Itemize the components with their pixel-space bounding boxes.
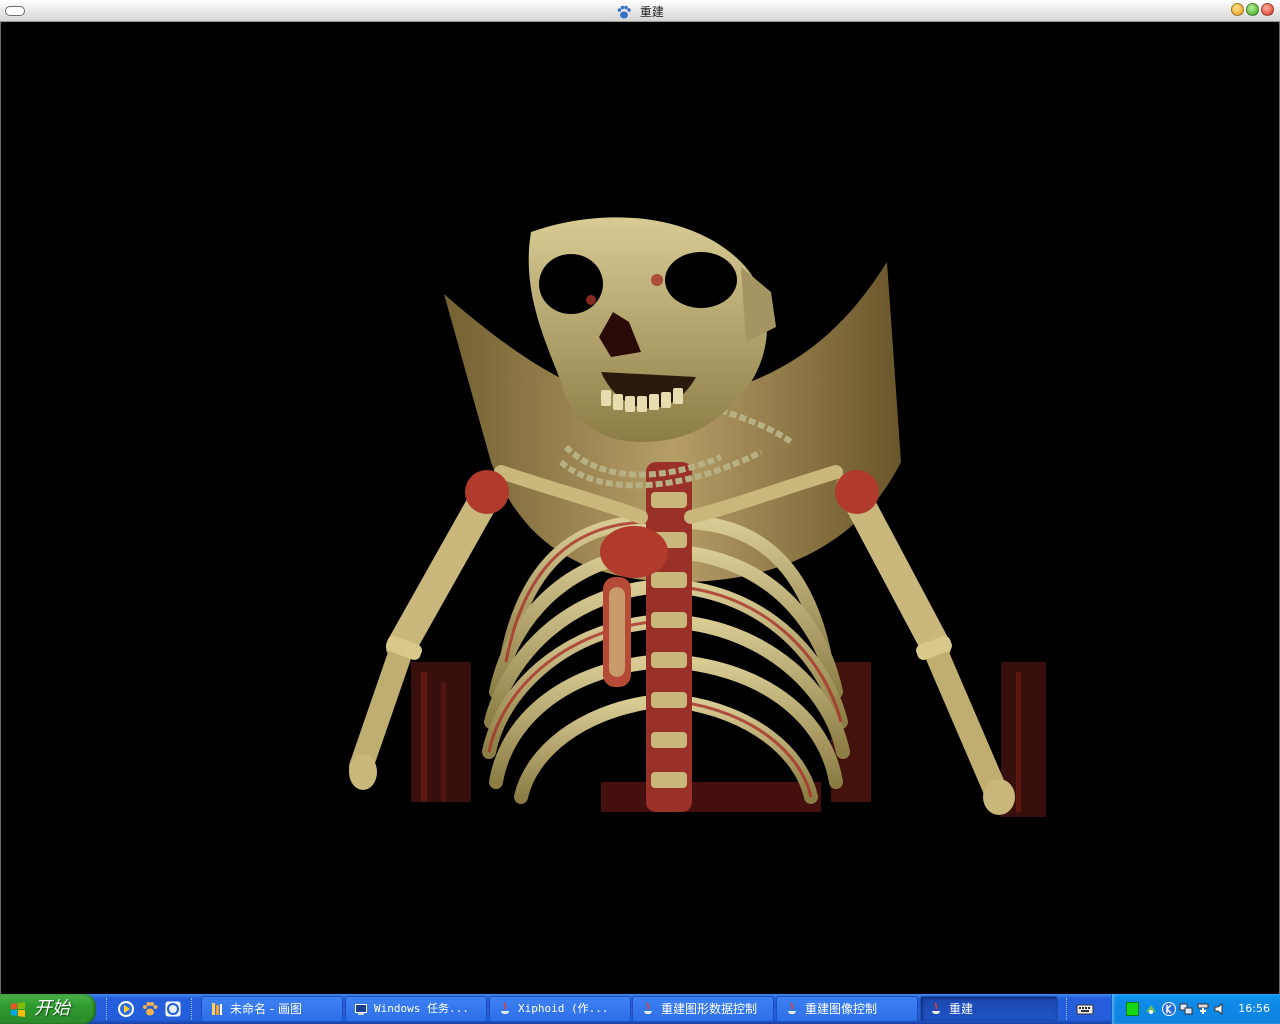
tasks-grip[interactable] [191, 998, 195, 1020]
task-button-reconstruct-data-control[interactable]: 重建图形数据控制 [632, 996, 774, 1022]
task-button-reconstruct[interactable]: 重建 [920, 996, 1058, 1022]
task-label: 重建 [949, 1002, 974, 1016]
network-connection-icon[interactable] [1179, 1002, 1193, 1016]
k-app-icon[interactable] [1162, 1002, 1176, 1016]
minimize-button[interactable] [1231, 3, 1244, 16]
task-label: 重建图像控制 [805, 1002, 878, 1016]
network-tool-icon[interactable] [1144, 1002, 1158, 1016]
window-titlebar[interactable]: 重建 [0, 0, 1280, 22]
close-button[interactable] [1261, 3, 1274, 16]
task-label: Xiphoid (作... [518, 1002, 609, 1015]
task-label: 重建图形数据控制 [661, 1002, 758, 1016]
task-button-xiphoid[interactable]: Xiphoid (作... [489, 996, 631, 1022]
gnome-paw-icon[interactable] [141, 1000, 159, 1018]
browser-icon[interactable] [164, 1000, 182, 1018]
keyboard-icon[interactable] [1076, 1000, 1094, 1018]
media-player-icon[interactable] [117, 1000, 135, 1018]
quicklaunch-grip[interactable] [106, 998, 110, 1020]
start-button[interactable]: 开始 [0, 994, 96, 1024]
java-app-icon [788, 1002, 796, 1014]
windows-logo-icon [11, 1002, 25, 1017]
java-app-icon [501, 1002, 509, 1014]
java-app-icon [644, 1002, 652, 1014]
clock[interactable]: 16:56 [1238, 994, 1270, 1024]
skeleton-volume-rendering [349, 217, 1046, 817]
start-label: 开始 [34, 998, 70, 1019]
gnome-paw-icon [617, 5, 631, 18]
system-tray: 16:56 [1111, 994, 1280, 1024]
task-button-task-manager[interactable]: Windows 任务... [345, 996, 487, 1022]
task-manager-icon [355, 1004, 367, 1015]
window-title: 重建 [639, 5, 664, 19]
maximize-button[interactable] [1246, 3, 1259, 16]
volume-icon[interactable] [1213, 1002, 1227, 1016]
render-viewport[interactable] [0, 22, 1280, 994]
task-button-paint[interactable]: 未命名 - 画图 [201, 996, 343, 1022]
toolbar-grip[interactable] [1066, 998, 1070, 1020]
paint-icon [212, 1003, 222, 1015]
safely-remove-hardware-icon[interactable] [1196, 1002, 1210, 1016]
task-button-reconstruct-image-control[interactable]: 重建图像控制 [776, 996, 918, 1022]
task-label: 未命名 - 画图 [230, 1002, 302, 1016]
window-title-area: 重建 [0, 3, 1280, 20]
status-green-icon[interactable] [1126, 1002, 1139, 1016]
java-app-icon [932, 1002, 940, 1014]
taskbar: 开始 未命名 - 画图 Windows 任务... Xiphoid (作... … [0, 994, 1280, 1024]
task-label: Windows 任务... [374, 1002, 469, 1015]
